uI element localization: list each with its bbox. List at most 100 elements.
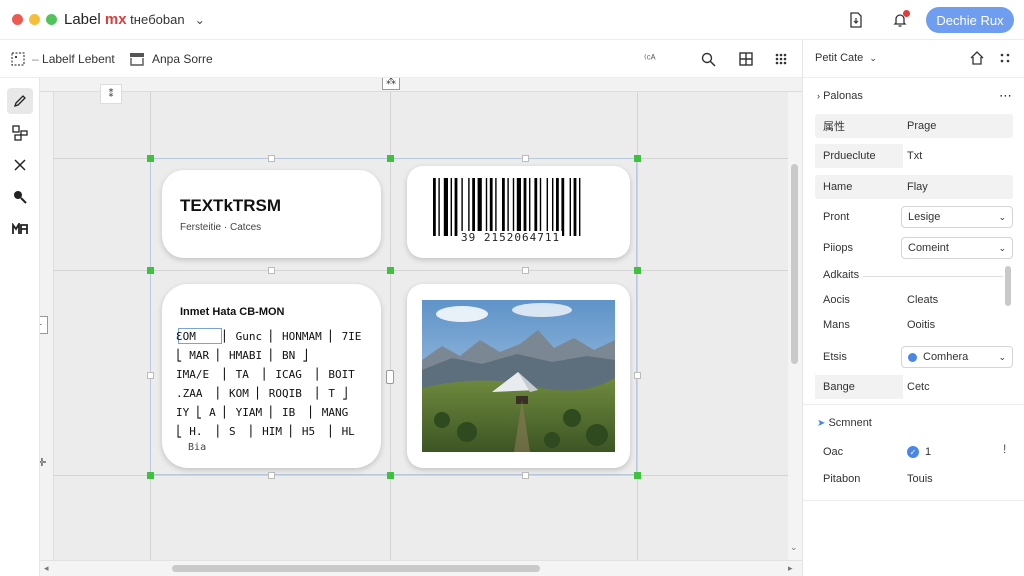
property-row[interactable]: Prdueclute Txt <box>815 144 1013 168</box>
table-row: .ZAA ⎢ KOM ⎢ ROQIB ⎢ T ⎦ <box>176 387 349 400</box>
property-value: Prage <box>907 120 937 132</box>
barcode-bar <box>552 178 554 236</box>
panel-grid-icon[interactable] <box>997 50 1013 66</box>
property-row[interactable]: Pitabon Touis <box>815 467 1013 491</box>
resize-handle[interactable] <box>634 472 641 479</box>
resize-handle[interactable] <box>387 472 394 479</box>
app-title[interactable]: Label mx tнeбoban ⌄ <box>64 11 205 28</box>
search-icon[interactable] <box>699 50 717 68</box>
notification-bell-icon[interactable] <box>889 9 911 31</box>
chevron-down-icon: ⌄ <box>998 211 1006 222</box>
resize-handle[interactable] <box>522 267 529 274</box>
property-row[interactable]: Mans Ooitis <box>815 313 1013 337</box>
toolbar-item1-text: Labelf Lebent <box>42 52 115 66</box>
resize-handle[interactable] <box>387 267 394 274</box>
section-adkaits-header[interactable]: Adkaits <box>823 269 859 281</box>
resize-handle[interactable] <box>522 472 529 479</box>
property-row[interactable]: Oac ✓ 1 <box>815 440 1013 464</box>
image-label-card[interactable] <box>407 284 630 468</box>
resize-handle[interactable] <box>634 267 641 274</box>
resize-handle[interactable] <box>387 155 394 162</box>
home-icon[interactable] <box>969 50 985 66</box>
table-row: ⎣ H. ⎢ S ⎢ HIM ⎢ H5 ⎢ HL <box>176 425 355 438</box>
property-row[interactable]: Hame Flay <box>815 175 1013 199</box>
primary-action-button[interactable]: Dechie Rux <box>926 7 1014 33</box>
property-row[interactable]: Bange Cetc <box>815 375 1013 399</box>
resize-handle[interactable] <box>147 155 154 162</box>
section-palonas-header[interactable]: › Palonas <box>817 90 863 102</box>
barcode-bar <box>579 178 581 236</box>
select-value: Lesige <box>908 211 941 223</box>
horizontal-scrollbar[interactable]: ◂ ▸ <box>40 560 802 576</box>
resize-handle[interactable] <box>268 267 275 274</box>
resize-handle[interactable] <box>522 155 529 162</box>
color-select[interactable]: Comhera ⌄ <box>901 346 1013 368</box>
property-select[interactable]: Comeint ⌄ <box>901 237 1013 259</box>
minimize-window-button[interactable] <box>29 14 40 25</box>
barcode-bar <box>495 178 497 236</box>
scroll-right-icon[interactable]: ▸ <box>788 563 793 574</box>
chevron-right-icon: › <box>817 91 820 101</box>
property-row[interactable]: Aocis Cleats <box>815 288 1013 312</box>
checkmark-icon[interactable]: ✓ <box>907 446 919 458</box>
dots-grid-icon[interactable] <box>772 50 790 68</box>
zoom-tool-icon[interactable] <box>7 184 33 210</box>
vertical-scrollbar[interactable]: ⌄ <box>788 92 802 560</box>
pen-tool-icon[interactable] <box>7 88 33 114</box>
title-caret-icon: ⌄ <box>194 13 205 27</box>
resize-handle[interactable] <box>147 472 154 479</box>
toolbar-item-label[interactable]: – Labelf Lebent <box>32 52 115 66</box>
table-label-card[interactable]: Inmet Hata CB-MON ƐOM ⎢ Gunc ⎢ HONMAM ⎢ … <box>162 284 381 468</box>
barcode-graphic <box>433 178 581 236</box>
section-scmnent-header[interactable]: ➤ Scmnent <box>817 417 872 429</box>
barcode-bar <box>485 178 488 236</box>
property-row[interactable]: 属性 Prage <box>815 114 1013 138</box>
maximize-window-button[interactable] <box>46 14 57 25</box>
resize-handle[interactable] <box>147 267 154 274</box>
panel-header-dropdown[interactable]: Petit Cate ⌄ <box>815 52 877 64</box>
resize-handle[interactable] <box>147 372 154 379</box>
property-select[interactable]: Lesige ⌄ <box>901 206 1013 228</box>
barcode-bar <box>529 178 531 236</box>
property-key: Aocis <box>823 294 850 306</box>
label-heading: TEXTkTRSM <box>180 196 282 215</box>
scroll-down-icon[interactable]: ⌄ <box>790 542 798 553</box>
vertical-scroll-thumb[interactable] <box>791 164 798 364</box>
app-title-rest: tнeбoban <box>126 12 185 27</box>
label-subtext: Fersteitie · Catces <box>180 222 262 233</box>
select-frame-icon[interactable] <box>10 51 26 67</box>
resize-handle[interactable] <box>634 372 641 379</box>
table-tool-icon[interactable] <box>7 216 33 242</box>
store-icon[interactable] <box>128 51 146 67</box>
scroll-left-icon[interactable]: ◂ <box>44 563 49 574</box>
more-options-icon[interactable]: ⋯ <box>999 88 1012 104</box>
side-anchor-icon[interactable]: ⁘ <box>40 316 48 334</box>
file-export-icon[interactable] <box>846 10 866 30</box>
top-anchor-icon[interactable]: ⁂ <box>382 78 400 90</box>
grid-view-icon[interactable] <box>737 50 755 68</box>
section-divider <box>863 276 1003 277</box>
toolbar: – Labelf Lebent Anpa Sorre ⁽ᶜᴬ <box>0 40 802 78</box>
move-cross-icon[interactable]: ✛ <box>40 456 48 469</box>
design-canvas[interactable]: ⁑ ⁂ ⁘ ✛ TEXTkTRSM Fersteitie · Catces 39… <box>40 78 802 560</box>
toolbar-item2-label[interactable]: Anpa Sorre <box>152 52 213 66</box>
close-window-button[interactable] <box>12 14 23 25</box>
horizontal-scroll-thumb[interactable] <box>172 565 540 572</box>
close-tool-icon[interactable] <box>7 152 33 178</box>
property-value: 1 <box>925 446 932 458</box>
barcode-digits: 39 2152064711 <box>459 231 563 244</box>
frame-marker-icon[interactable]: ⁑ <box>100 84 122 104</box>
barcode-bar <box>477 178 482 236</box>
resize-handle[interactable] <box>386 370 394 384</box>
resize-handle[interactable] <box>268 472 275 479</box>
info-alert-icon[interactable]: ! <box>1003 442 1006 456</box>
resize-handle[interactable] <box>634 155 641 162</box>
resize-handle[interactable] <box>268 155 275 162</box>
section-title: Scmnent <box>828 417 872 429</box>
barcode-label-card[interactable]: 39 2152064711 <box>407 166 630 258</box>
text-label-card[interactable]: TEXTkTRSM Fersteitie · Catces <box>162 170 381 258</box>
toolbar-small-label[interactable]: ⁽ᶜᴬ <box>644 52 656 65</box>
barcode-bar <box>450 178 452 236</box>
layers-tool-icon[interactable] <box>7 120 33 146</box>
properties-panel: Petit Cate ⌄ › Palonas ⋯ 属性 Prage Prduec… <box>802 40 1024 576</box>
